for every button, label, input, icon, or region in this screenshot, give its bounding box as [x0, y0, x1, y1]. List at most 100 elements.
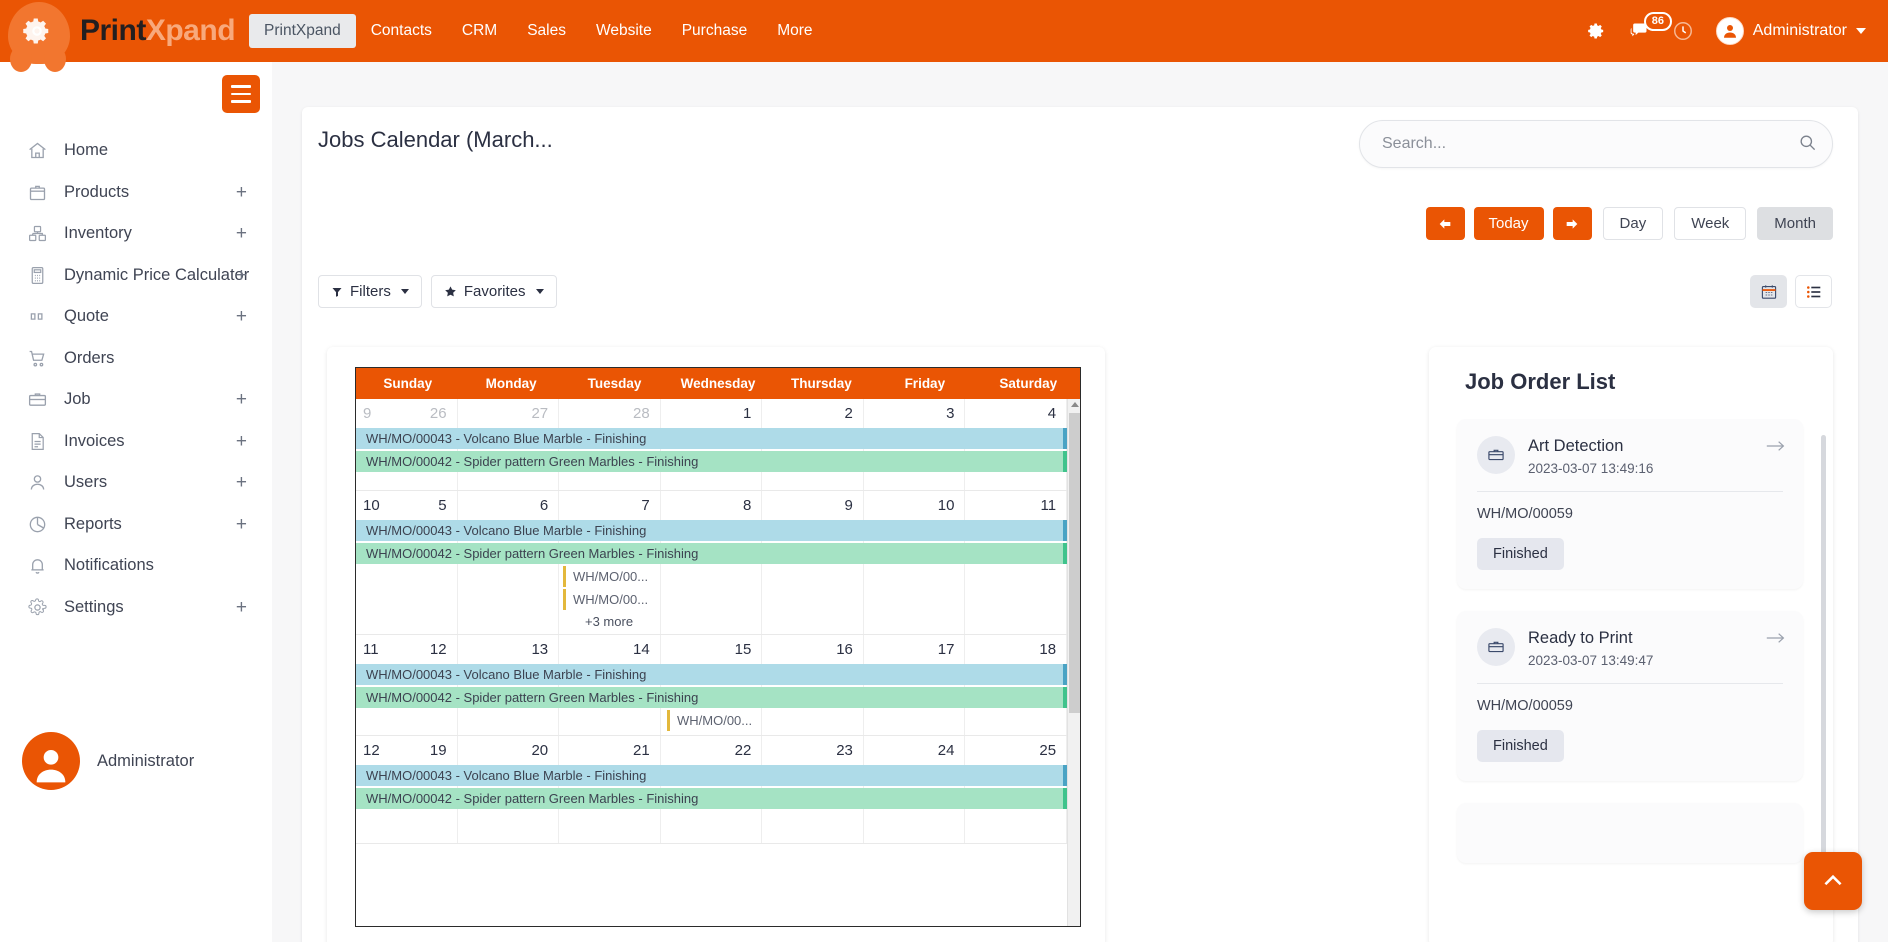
filters-dropdown-button[interactable]: Filters	[318, 275, 422, 308]
day-cell[interactable]: 9	[762, 491, 864, 520]
day-cell[interactable]: 24	[864, 736, 966, 765]
activity-clock-icon[interactable]	[1672, 20, 1694, 42]
sidebar-item-inventory[interactable]: Inventory +	[0, 213, 272, 255]
day-cell[interactable]: 13	[458, 635, 560, 664]
today-button[interactable]: Today	[1474, 207, 1544, 240]
expand-icon[interactable]: +	[236, 390, 247, 409]
job-order-card[interactable]: Ready to Print 2023-03-07 13:49:47 WH/MO…	[1457, 611, 1803, 781]
calendar-event[interactable]: WH/MO/00043 - Volcano Blue Marble - Fini…	[356, 428, 1067, 449]
sidebar-item-job[interactable]: Job +	[0, 379, 272, 421]
arrow-right-icon[interactable]	[1766, 631, 1785, 650]
day-cell[interactable]: 22	[661, 736, 763, 765]
expand-icon[interactable]: +	[236, 473, 247, 492]
sidebar-user-footer[interactable]: Administrator	[0, 732, 272, 790]
day-cell[interactable]: 10	[864, 491, 966, 520]
sidebar-item-users[interactable]: Users +	[0, 462, 272, 504]
day-cell[interactable]: 6	[458, 491, 560, 520]
job-list-scrollbar[interactable]	[1821, 435, 1826, 875]
app-logo[interactable]	[0, 0, 78, 62]
sidebar-item-invoices[interactable]: Invoices +	[0, 421, 272, 463]
calendar-event[interactable]: WH/MO/00042 - Spider pattern Green Marbl…	[356, 687, 1067, 708]
nav-item-contacts[interactable]: Contacts	[356, 14, 447, 48]
day-cell[interactable]: 2	[762, 399, 864, 428]
day-cell[interactable]: 1	[661, 399, 763, 428]
calendar-scrollbar[interactable]	[1067, 399, 1080, 927]
previous-period-button[interactable]	[1426, 207, 1465, 240]
sidebar-item-dynamic-price-calculator[interactable]: Dynamic Price Calculator +	[0, 255, 272, 297]
status-badge: Finished	[1477, 538, 1564, 570]
sidebar-item-label: Settings	[64, 598, 124, 617]
scroll-to-top-button[interactable]	[1804, 852, 1862, 910]
calendar-event[interactable]: WH/MO/00...	[563, 589, 651, 610]
day-cell[interactable]: 11	[965, 491, 1067, 520]
favorites-label: Favorites	[464, 283, 526, 300]
sidebar-item-notifications[interactable]: Notifications	[0, 545, 272, 587]
day-cell[interactable]: 23	[762, 736, 864, 765]
expand-icon[interactable]: +	[236, 515, 247, 534]
sidebar-item-label: Products	[64, 183, 129, 202]
hamburger-bar	[231, 93, 251, 96]
calendar-event[interactable]: WH/MO/00...	[667, 710, 755, 731]
favorites-dropdown-button[interactable]: Favorites	[431, 275, 557, 308]
sidebar-item-products[interactable]: Products +	[0, 172, 272, 214]
expand-icon[interactable]: +	[236, 598, 247, 617]
arrow-right-icon[interactable]	[1766, 439, 1785, 458]
view-day-button[interactable]: Day	[1603, 207, 1664, 240]
quote-icon	[27, 306, 57, 327]
expand-icon[interactable]: +	[236, 307, 247, 326]
next-period-button[interactable]	[1553, 207, 1592, 240]
calendar-event[interactable]: WH/MO/00043 - Volcano Blue Marble - Fini…	[356, 664, 1067, 685]
calendar-event[interactable]: WH/MO/00043 - Volcano Blue Marble - Fini…	[356, 765, 1067, 786]
settings-gear-icon[interactable]	[1586, 21, 1606, 41]
scrollbar-thumb[interactable]	[1069, 413, 1080, 713]
messages-icon[interactable]: 86	[1628, 21, 1650, 41]
calendar-view-toggle[interactable]	[1750, 275, 1787, 308]
day-cell[interactable]: 27	[458, 399, 560, 428]
day-cell[interactable]: 16	[762, 635, 864, 664]
expand-icon[interactable]: +	[236, 266, 247, 285]
nav-item-sales[interactable]: Sales	[512, 14, 581, 48]
nav-item-purchase[interactable]: Purchase	[667, 14, 762, 48]
day-cell[interactable]: 14	[559, 635, 661, 664]
sidebar-item-home[interactable]: Home	[0, 130, 272, 172]
expand-icon[interactable]: +	[236, 183, 247, 202]
calendar-event[interactable]: WH/MO/00...	[563, 566, 651, 587]
sidebar-item-orders[interactable]: Orders	[0, 338, 272, 380]
sidebar-toggle-button[interactable]	[222, 75, 260, 113]
calendar-event[interactable]: WH/MO/00042 - Spider pattern Green Marbl…	[356, 543, 1067, 564]
search-icon[interactable]	[1798, 133, 1817, 157]
day-cell[interactable]: 28	[559, 399, 661, 428]
nav-item-more[interactable]: More	[762, 14, 827, 48]
day-cell[interactable]: 7	[559, 491, 661, 520]
user-menu[interactable]: Administrator	[1716, 17, 1866, 45]
day-cell[interactable]: 18	[965, 635, 1067, 664]
day-cell[interactable]: 3	[864, 399, 966, 428]
day-cell[interactable]: 25	[965, 736, 1067, 765]
sidebar-item-label: Inventory	[64, 224, 132, 243]
view-month-button[interactable]: Month	[1757, 207, 1833, 240]
day-cell[interactable]: 8	[661, 491, 763, 520]
view-week-button[interactable]: Week	[1674, 207, 1746, 240]
job-order-card[interactable]: Art Detection 2023-03-07 13:49:16 WH/MO/…	[1457, 419, 1803, 589]
more-events-link[interactable]: +3 more	[563, 612, 1067, 632]
search-input[interactable]	[1359, 120, 1833, 168]
day-cell[interactable]: 20	[458, 736, 560, 765]
scroll-up-arrow-icon[interactable]	[1071, 402, 1079, 407]
day-cell[interactable]: 17	[864, 635, 966, 664]
calendar-event[interactable]: WH/MO/00043 - Volcano Blue Marble - Fini…	[356, 520, 1067, 541]
sidebar-item-settings[interactable]: Settings +	[0, 587, 272, 629]
job-order-card[interactable]	[1457, 803, 1803, 863]
day-cell[interactable]: 21	[559, 736, 661, 765]
calendar-event[interactable]: WH/MO/00042 - Spider pattern Green Marbl…	[356, 451, 1067, 472]
day-cell[interactable]: 4	[965, 399, 1067, 428]
sidebar-item-quote[interactable]: Quote +	[0, 296, 272, 338]
list-view-toggle[interactable]	[1795, 275, 1832, 308]
nav-item-crm[interactable]: CRM	[447, 14, 512, 48]
sidebar-item-reports[interactable]: Reports +	[0, 504, 272, 546]
nav-item-printxpand[interactable]: PrintXpand	[249, 14, 356, 48]
expand-icon[interactable]: +	[236, 224, 247, 243]
expand-icon[interactable]: +	[236, 432, 247, 451]
day-cell[interactable]: 15	[661, 635, 763, 664]
nav-item-website[interactable]: Website	[581, 14, 667, 48]
calendar-event[interactable]: WH/MO/00042 - Spider pattern Green Marbl…	[356, 788, 1067, 809]
